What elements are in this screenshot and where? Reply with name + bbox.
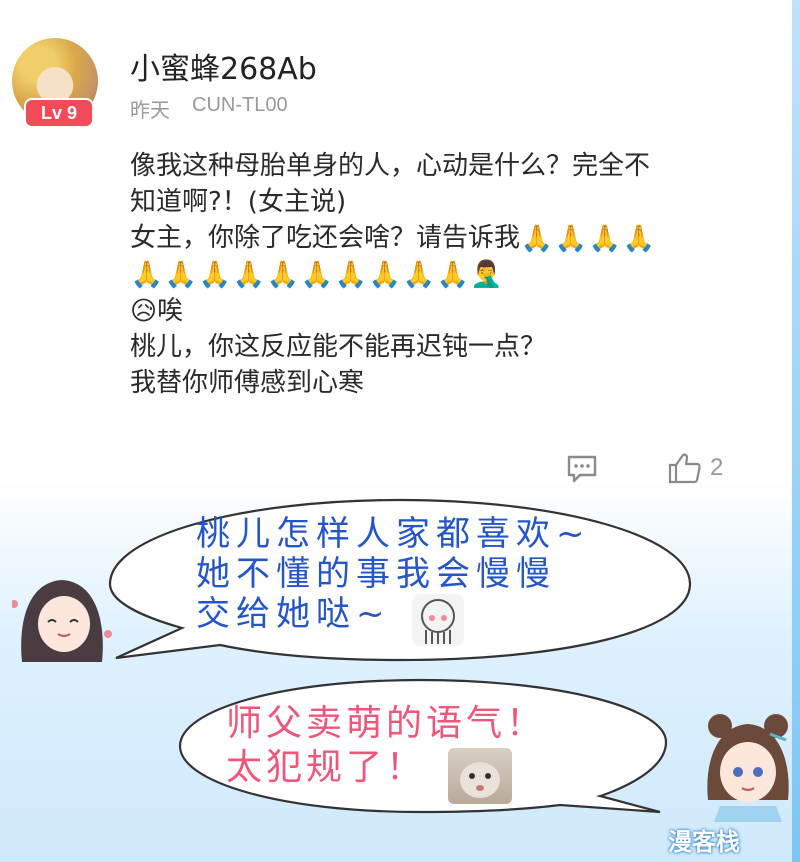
cat-sticker bbox=[448, 748, 512, 804]
chibi-character-left bbox=[12, 580, 112, 662]
bubble-line: 交给她哒~ bbox=[196, 594, 391, 634]
bubble-line: 桃儿怎样人家都喜欢~ bbox=[196, 514, 591, 554]
chibi-character-right bbox=[707, 714, 789, 822]
site-watermark: 漫客栈 bbox=[668, 828, 740, 856]
blush-sticker bbox=[412, 594, 464, 646]
bubble-top-text: 桃儿怎样人家都喜欢~ 她不懂的事我会慢慢 交给她哒~ bbox=[196, 514, 591, 634]
bubble-line: 她不懂的事我会慢慢 bbox=[196, 554, 556, 594]
bubble-line: 师父卖萌的语气！ bbox=[226, 703, 547, 744]
